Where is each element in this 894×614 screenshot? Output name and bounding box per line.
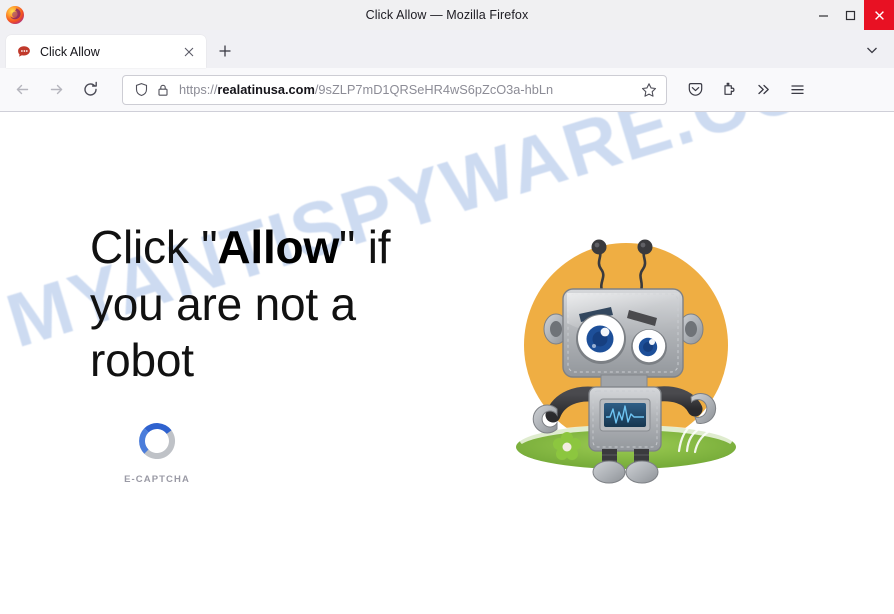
page-content-area: MYANTISPYWARE.COM Click "Allow" if you a… [0,112,894,614]
tab-title: Click Allow [40,44,100,59]
pocket-icon[interactable] [679,75,711,105]
page-headline: Click "Allow" if you are not a robot [90,219,420,389]
puzzle-piece-icon[interactable] [713,75,745,105]
forward-arrow-icon[interactable] [40,75,72,105]
overflow-double-chevron-right-icon[interactable] [747,75,779,105]
firefox-logo-icon [5,5,25,25]
shield-icon[interactable] [131,81,151,99]
url-path: /9sZLP7mD1QRSeHR4wS6pZcO3a-hbLn [314,82,554,97]
e-captcha-badge: E-CAPTCHA [112,415,202,485]
e-captcha-c-logo-icon [131,415,183,467]
firefox-browser-window: Click Allow — Mozilla Firefox Click Allo… [0,0,894,614]
url-text: https://realatinusa.com/9sZLP7mD1QRSeHR4… [179,82,634,97]
url-address-bar[interactable]: https://realatinusa.com/9sZLP7mD1QRSeHR4… [122,74,667,105]
e-captcha-label: E-CAPTCHA [124,473,190,485]
maximize-button[interactable] [837,0,864,30]
padlock-icon[interactable] [153,81,173,99]
list-all-tabs-chevron-down-icon[interactable] [858,36,886,64]
minimize-button[interactable] [810,0,837,30]
tab-strip: Click Allow [0,30,894,68]
browser-tab[interactable]: Click Allow [6,35,206,68]
tab-close-icon[interactable] [180,43,198,61]
reload-icon[interactable] [74,75,106,105]
navigation-toolbar: https://realatinusa.com/9sZLP7mD1QRSeHR4… [0,68,894,112]
window-title: Click Allow — Mozilla Firefox [365,8,529,22]
cartoon-robot-illustration [501,219,751,484]
headline-part-before: Click " [90,221,218,274]
hero-image-column [420,219,832,484]
title-bar: Click Allow — Mozilla Firefox [0,0,894,30]
new-tab-button[interactable] [210,36,240,66]
bookmark-star-outline-icon[interactable] [638,79,660,101]
back-arrow-icon[interactable] [6,75,38,105]
window-controls [810,0,894,30]
headline-allow-word: Allow [217,221,340,274]
url-scheme: https:// [179,82,218,97]
hero-section: Click "Allow" if you are not a robot E-C… [0,112,894,614]
close-window-button[interactable] [864,0,894,30]
url-host: realatinusa.com [217,82,315,97]
site-favicon-icon [16,44,32,60]
hamburger-menu-icon[interactable] [781,75,813,105]
hero-text-column: Click "Allow" if you are not a robot E-C… [72,219,420,485]
